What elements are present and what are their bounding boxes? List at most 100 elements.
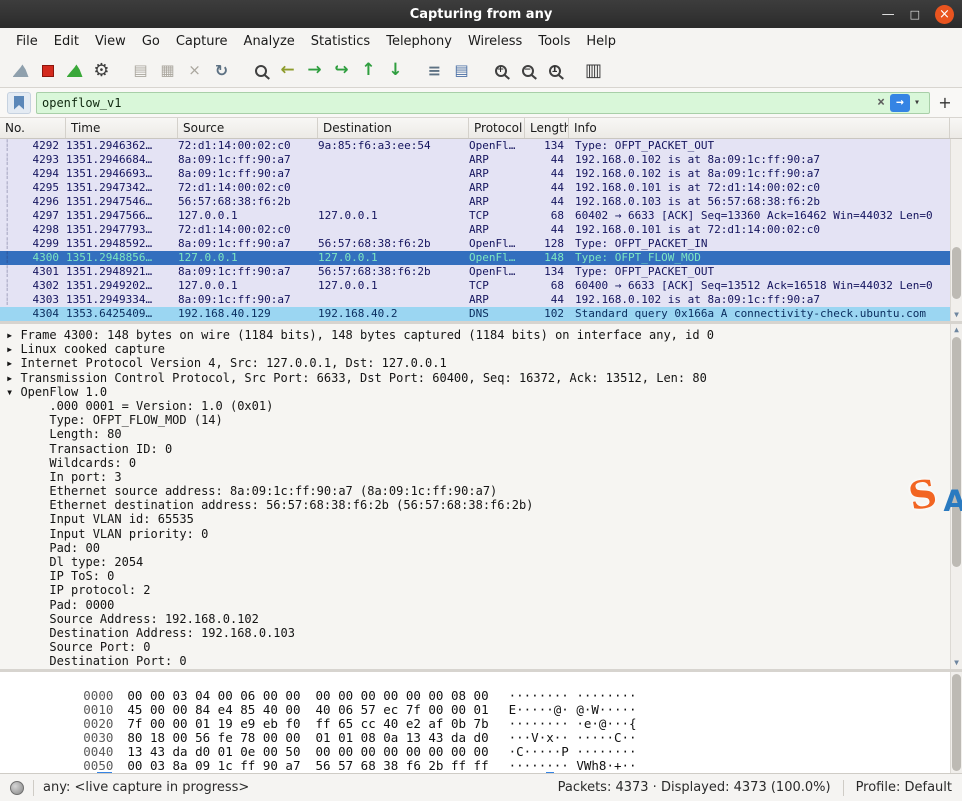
column-header-time[interactable]: Time xyxy=(66,118,178,138)
menu-item[interactable]: File xyxy=(8,31,46,52)
packet-row[interactable]: 4304 1353.6425409… 192.168.40.129 192.16… xyxy=(0,307,962,321)
menu-item[interactable]: Tools xyxy=(530,31,578,52)
capture-restart-icon[interactable] xyxy=(61,57,88,84)
maximize-button[interactable]: □ xyxy=(910,9,920,20)
go-to-bottom-icon[interactable]: ↓ xyxy=(382,57,409,84)
close-button[interactable]: × xyxy=(935,4,954,24)
packet-row[interactable]: ┆ 4302 1351.2949202… 127.0.0.1 127.0.0.1… xyxy=(0,279,962,293)
detail-line[interactable]: In port: 3 xyxy=(6,470,948,484)
packet-row[interactable]: ┆ 4297 1351.2947566… 127.0.0.1 127.0.0.1… xyxy=(0,209,962,223)
detail-line[interactable]: Ethernet source address: 8a:09:1c:ff:90:… xyxy=(6,484,948,498)
zoom-out-icon[interactable]: − xyxy=(514,57,541,84)
detail-line[interactable]: Destination Port: 0 xyxy=(6,654,948,668)
detail-line[interactable]: ▸ Internet Protocol Version 4, Src: 127.… xyxy=(6,356,948,370)
detail-line[interactable]: Ethernet destination address: 56:57:68:3… xyxy=(6,498,948,512)
hex-scrollbar[interactable] xyxy=(950,672,962,773)
hex-bytes[interactable]: 45 00 00 84 e4 85 40 00 40 06 57 ec 7f 0… xyxy=(127,702,488,717)
titlebar[interactable]: Capturing from any — □ × xyxy=(0,0,962,28)
packet-row[interactable]: ┆ 4299 1351.2948592… 8a:09:1c:ff:90:a7 5… xyxy=(0,237,962,251)
filter-bookmark-button[interactable] xyxy=(7,91,31,114)
scroll-up-icon[interactable]: ▲ xyxy=(951,325,962,335)
auto-scroll-icon[interactable]: ≡ xyxy=(421,57,448,84)
go-back-icon[interactable]: ← xyxy=(274,57,301,84)
packet-row[interactable]: ┆ 4296 1351.2947546… 56:57:68:38:f6:2b A… xyxy=(0,195,962,209)
menu-item[interactable]: Analyze xyxy=(236,31,303,52)
hex-ascii[interactable]: ········ ········ xyxy=(509,688,637,703)
packet-row[interactable]: ┆ 4294 1351.2946693… 8a:09:1c:ff:90:a7 A… xyxy=(0,167,962,181)
zoom-in-icon[interactable]: + xyxy=(487,57,514,84)
packet-row[interactable]: ┆ 4300 1351.2948856… 127.0.0.1 127.0.0.1… xyxy=(0,251,962,265)
find-packet-icon[interactable] xyxy=(247,57,274,84)
detail-line[interactable]: Pad: 0000 xyxy=(6,598,948,612)
filter-apply-icon[interactable]: → xyxy=(889,93,910,112)
close-capture-icon[interactable]: × xyxy=(181,57,208,84)
scrollbar-thumb[interactable] xyxy=(952,337,961,567)
detail-line[interactable]: ▾ OpenFlow 1.0 xyxy=(6,385,948,399)
column-header-info[interactable]: Info xyxy=(569,118,950,138)
detail-line[interactable]: Wildcards: 0 xyxy=(6,456,948,470)
menu-item[interactable]: View xyxy=(87,31,134,52)
filter-clear-icon[interactable]: × xyxy=(872,95,890,110)
column-header-protocol[interactable]: Protocol xyxy=(469,118,525,138)
detail-line[interactable]: Length: 80 xyxy=(6,427,948,441)
menu-item[interactable]: Capture xyxy=(168,31,236,52)
display-filter-input[interactable]: openflow_v1 × → ▾ xyxy=(36,91,930,114)
detail-line[interactable]: ▸ Transmission Control Protocol, Src Por… xyxy=(6,371,948,385)
packet-row[interactable]: ┆ 4293 1351.2946684… 8a:09:1c:ff:90:a7 A… xyxy=(0,153,962,167)
column-header-source[interactable]: Source xyxy=(178,118,318,138)
scroll-down-icon[interactable]: ▼ xyxy=(951,310,962,320)
scrollbar-thumb[interactable] xyxy=(952,674,961,771)
capture-options-icon[interactable]: ⚙ xyxy=(88,57,115,84)
capture-stop-icon[interactable] xyxy=(34,57,61,84)
go-to-top-icon[interactable]: ↑ xyxy=(355,57,382,84)
packet-row[interactable]: ┆ 4298 1351.2947793… 72:d1:14:00:02:c0 A… xyxy=(0,223,962,237)
packet-row[interactable]: ┆ 4292 1351.2946362… 72:d1:14:00:02:c0 9… xyxy=(0,139,962,153)
detail-line[interactable]: Type: OFPT_FLOW_MOD (14) xyxy=(6,413,948,427)
detail-line[interactable]: .000 0001 = Version: 1.0 (0x01) xyxy=(6,399,948,413)
filter-add-button[interactable]: + xyxy=(935,92,955,114)
hex-bytes[interactable]: 00 00 03 04 00 06 00 00 00 00 00 00 00 0… xyxy=(127,688,488,703)
detail-line[interactable]: ▸ Linux cooked capture xyxy=(6,342,948,356)
hex-ascii[interactable]: ·C·····P ········ xyxy=(509,744,637,759)
zoom-100-icon[interactable]: 1 xyxy=(541,57,568,84)
detail-line[interactable]: Input VLAN priority: 0 xyxy=(6,527,948,541)
scroll-down-icon[interactable]: ▼ xyxy=(951,658,962,668)
filter-dropdown-icon[interactable]: ▾ xyxy=(910,97,924,108)
detail-line[interactable]: Source Address: 192.168.0.102 xyxy=(6,612,948,626)
packet-list-scrollbar[interactable]: ▼ xyxy=(950,139,962,321)
scrollbar-thumb[interactable] xyxy=(952,247,961,299)
hex-ascii[interactable]: ···V·x·· ·····C·· xyxy=(509,730,637,745)
column-header-destination[interactable]: Destination xyxy=(318,118,469,138)
column-header-no[interactable]: No. xyxy=(0,118,66,138)
detail-line[interactable]: IP ToS: 0 xyxy=(6,569,948,583)
save-capture-icon[interactable]: ▦ xyxy=(154,57,181,84)
column-header-length[interactable]: Length xyxy=(525,118,569,138)
menu-item[interactable]: Help xyxy=(578,31,624,52)
selected-byte[interactable]: 00 xyxy=(97,772,113,773)
reload-capture-icon[interactable]: ↻ xyxy=(208,57,235,84)
hex-ascii[interactable]: ········ ·e·@···{ xyxy=(509,716,637,731)
hex-ascii[interactable]: ········ VWh8·+·· xyxy=(509,758,637,773)
hex-bytes[interactable]: 7f 00 00 01 19 e9 eb f0 ff 65 cc 40 e2 a… xyxy=(127,716,488,731)
go-to-packet-icon[interactable]: ↪ xyxy=(328,57,355,84)
detail-line[interactable]: Pad: 00 xyxy=(6,541,948,555)
packet-row[interactable]: ┆ 4303 1351.2949334… 8a:09:1c:ff:90:a7 A… xyxy=(0,293,962,307)
open-capture-icon[interactable]: ▤ xyxy=(127,57,154,84)
menu-item[interactable]: Telephony xyxy=(378,31,460,52)
detail-line[interactable]: IP protocol: 2 xyxy=(6,583,948,597)
menu-item[interactable]: Edit xyxy=(46,31,87,52)
detail-line[interactable]: ▸ Frame 4300: 148 bytes on wire (1184 bi… xyxy=(6,328,948,342)
profile-button[interactable]: Profile: Default xyxy=(856,780,952,795)
detail-line[interactable]: Input VLAN id: 65535 xyxy=(6,512,948,526)
detail-line[interactable]: Source Port: 0 xyxy=(6,640,948,654)
detail-line[interactable]: Dl type: 2054 xyxy=(6,555,948,569)
selected-ascii-char[interactable]: · xyxy=(546,772,554,773)
colorize-icon[interactable]: ▤ xyxy=(448,57,475,84)
go-forward-icon[interactable]: → xyxy=(301,57,328,84)
expert-info-icon[interactable] xyxy=(10,780,24,795)
details-scrollbar[interactable]: ▲ ▼ xyxy=(950,324,962,669)
hex-ascii[interactable]: ········ ···f···g xyxy=(479,772,606,773)
packet-row[interactable]: ┆ 4295 1351.2947342… 72:d1:14:00:02:c0 A… xyxy=(0,181,962,195)
minimize-button[interactable]: — xyxy=(882,8,895,21)
capture-start-icon[interactable] xyxy=(7,57,34,84)
